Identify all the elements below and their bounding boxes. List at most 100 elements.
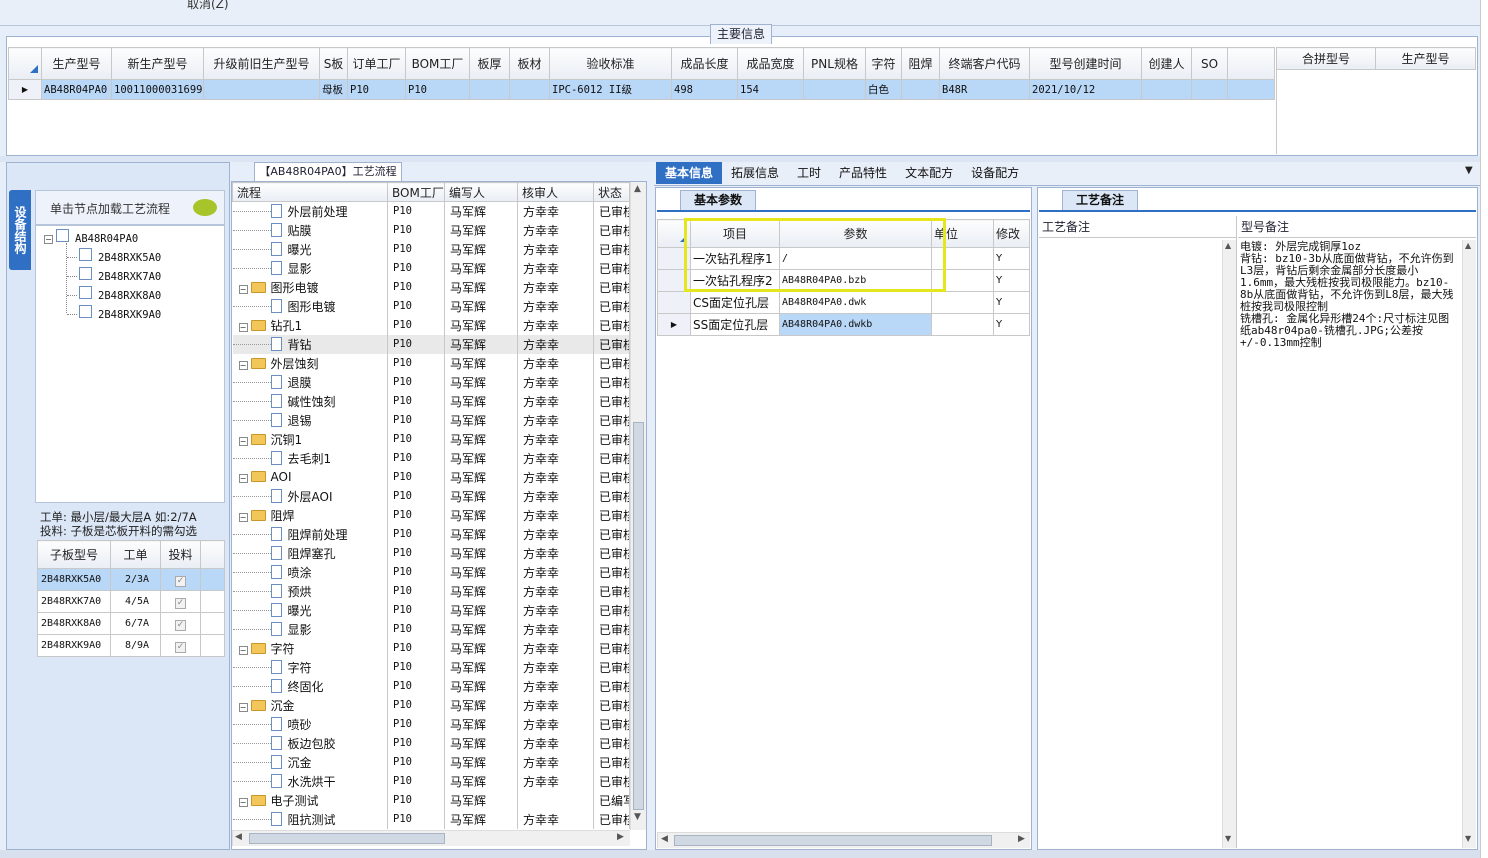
- tab-basic-info[interactable]: 基本信息: [656, 162, 723, 184]
- process-row[interactable]: − 沉铜1 P10马军辉方幸幸已审核: [232, 429, 630, 449]
- main-info-col-header[interactable]: 新生产型号: [111, 47, 204, 80]
- process-row[interactable]: 背钻 P10马军辉方幸幸已审核: [232, 334, 630, 354]
- remark-vscrollbar-right[interactable]: ▲ ▼: [1462, 240, 1476, 848]
- main-info-col-header[interactable]: 订单工厂: [347, 47, 406, 80]
- scroll-left-icon[interactable]: ◀: [235, 832, 242, 842]
- sub-col-header[interactable]: 投料: [160, 540, 201, 569]
- main-info-col-header[interactable]: 成品宽度: [737, 47, 804, 80]
- table-row[interactable]: 2B48RXK7A0 4/5A ✓: [37, 590, 225, 613]
- main-info-cell[interactable]: [803, 79, 866, 100]
- node-checkbox-icon[interactable]: [56, 229, 69, 242]
- process-row[interactable]: 退锡 P10马军辉方幸幸已审核: [232, 410, 630, 430]
- process-row[interactable]: 喷涂 P10马军辉方幸幸已审核: [232, 562, 630, 582]
- main-info-cell[interactable]: [203, 79, 320, 100]
- params-cell[interactable]: Y: [993, 269, 1030, 292]
- main-info-col-header[interactable]: 成品长度: [671, 47, 738, 80]
- collapse-icon[interactable]: −: [238, 360, 248, 370]
- main-info-col-header[interactable]: S板: [319, 47, 348, 80]
- process-row[interactable]: − 字符 P10马军辉方幸幸已审核: [232, 638, 630, 658]
- process-col-header[interactable]: 核审人: [517, 182, 594, 202]
- main-info-col-header[interactable]: 型号创建时间: [1029, 47, 1142, 80]
- params-cell[interactable]: Y: [993, 291, 1030, 314]
- tree-child-node[interactable]: 2B48RXK9A0: [67, 305, 161, 321]
- collapse-icon[interactable]: −: [238, 512, 248, 522]
- hscroll-thumb[interactable]: [674, 835, 992, 846]
- sub-cell[interactable]: 2/3A: [110, 568, 161, 591]
- params-cell[interactable]: AB48R04PA0.dwk: [779, 291, 932, 314]
- main-info-cell[interactable]: [509, 79, 550, 100]
- scroll-left-icon[interactable]: ◀: [661, 834, 668, 844]
- scroll-thumb[interactable]: [633, 422, 644, 810]
- cancel-button[interactable]: 取消(Z): [187, 0, 229, 12]
- process-col-header[interactable]: 状态: [593, 182, 630, 202]
- main-info-cell[interactable]: AB48R04PA0: [41, 79, 112, 100]
- process-row[interactable]: 喷砂 P10马军辉方幸幸已审核: [232, 714, 630, 734]
- scroll-down-icon[interactable]: ▼: [634, 812, 641, 822]
- params-row[interactable]: ▶ SS面定位孔层 AB48R04PA0.dwkb Y: [657, 313, 1030, 336]
- process-row[interactable]: 曝光 P10马军辉方幸幸已审核: [232, 239, 630, 259]
- process-row[interactable]: 碱性蚀刻 P10马军辉方幸幸已审核: [232, 391, 630, 411]
- vertical-tab-equipment[interactable]: 设备结构: [9, 190, 31, 270]
- check-icon[interactable]: ✓: [175, 620, 186, 631]
- process-row[interactable]: 板边包胶 P10马军辉方幸幸已审核: [232, 733, 630, 753]
- feed-checkbox[interactable]: ✓: [160, 634, 201, 657]
- remark-vscrollbar-left[interactable]: ▲ ▼: [1222, 240, 1236, 848]
- tree-child-node[interactable]: 2B48RXK8A0: [67, 286, 161, 302]
- collapse-icon[interactable]: −: [238, 702, 248, 712]
- sub-cell[interactable]: 6/7A: [110, 612, 161, 635]
- main-info-col-header[interactable]: 阻焊: [901, 47, 940, 80]
- process-row[interactable]: 阻焊前处理 P10马军辉方幸幸已审核: [232, 524, 630, 544]
- process-row[interactable]: 外层AOI P10马军辉方幸幸已审核: [232, 486, 630, 506]
- main-info-col-header[interactable]: 板厚: [469, 47, 510, 80]
- collapse-icon[interactable]: −: [238, 797, 248, 807]
- main-info-cell[interactable]: P10: [347, 79, 406, 100]
- sub-cell[interactable]: 2B48RXK7A0: [37, 590, 111, 613]
- process-row[interactable]: 曝光 P10马军辉方幸幸已审核: [232, 600, 630, 620]
- sub-col-header[interactable]: 工单: [110, 540, 161, 569]
- params-cell[interactable]: [931, 313, 994, 336]
- scroll-right-icon[interactable]: ▶: [1018, 834, 1025, 844]
- collapse-icon[interactable]: −: [238, 284, 248, 294]
- params-cell[interactable]: SS面定位孔层: [690, 313, 780, 336]
- process-row[interactable]: − 电子测试 P10马军辉 已编写: [232, 790, 630, 810]
- main-info-col-header[interactable]: 创建人: [1141, 47, 1192, 80]
- node-checkbox-icon[interactable]: [79, 305, 92, 318]
- speech-bubble-icon[interactable]: [193, 199, 217, 216]
- process-row[interactable]: 去毛刺1 P10马军辉方幸幸已审核: [232, 448, 630, 468]
- scroll-right-icon[interactable]: ▶: [617, 832, 624, 842]
- main-info-col-header[interactable]: 验收标准: [549, 47, 672, 80]
- tab-item-3[interactable]: 产品特性: [830, 162, 896, 184]
- main-info-cell[interactable]: B48R: [939, 79, 1030, 100]
- tree-child-node[interactable]: 2B48RXK7A0: [67, 267, 161, 283]
- main-info-col-header[interactable]: 升级前旧生产型号: [203, 47, 320, 80]
- process-row[interactable]: 沉金 P10马军辉方幸幸已审核: [232, 752, 630, 772]
- collapse-icon[interactable]: −: [238, 322, 248, 332]
- main-info-cell[interactable]: 10011000031699: [111, 79, 204, 100]
- tab-item-4[interactable]: 文本配方: [896, 162, 962, 184]
- params-cell[interactable]: [931, 291, 994, 314]
- tab-item-2[interactable]: 工时: [788, 162, 830, 184]
- main-info-cell[interactable]: [1191, 79, 1228, 100]
- main-info-col-header[interactable]: SO: [1191, 47, 1228, 80]
- process-row[interactable]: 退膜 P10马军辉方幸幸已审核: [232, 372, 630, 392]
- params-hscrollbar[interactable]: ◀ ▶: [657, 832, 1030, 848]
- process-row[interactable]: − 阻焊 P10马军辉方幸幸已审核: [232, 505, 630, 525]
- node-checkbox-icon[interactable]: [79, 286, 92, 299]
- feed-checkbox[interactable]: ✓: [160, 568, 201, 591]
- table-row[interactable]: 2B48RXK8A0 6/7A ✓: [37, 612, 225, 635]
- process-hscrollbar[interactable]: ◀ ▶: [232, 830, 630, 846]
- process-row[interactable]: − 外层蚀刻 P10马军辉方幸幸已审核: [232, 353, 630, 373]
- check-icon[interactable]: ✓: [175, 598, 186, 609]
- process-col-header[interactable]: 流程: [232, 182, 388, 202]
- collapse-icon[interactable]: −: [238, 645, 248, 655]
- main-info-col-header[interactable]: BOM工厂: [405, 47, 470, 80]
- main-info-cell[interactable]: [469, 79, 510, 100]
- collapse-icon[interactable]: −: [44, 235, 53, 244]
- main-info-cell[interactable]: 498: [671, 79, 738, 100]
- hscroll-thumb[interactable]: [249, 833, 445, 844]
- params-cell[interactable]: Y: [993, 247, 1030, 270]
- tab-dropdown-icon[interactable]: ▼: [1465, 165, 1473, 176]
- node-checkbox-icon[interactable]: [79, 267, 92, 280]
- params-row[interactable]: CS面定位孔层 AB48R04PA0.dwk Y: [657, 291, 1030, 314]
- process-row[interactable]: 显影 P10马军辉方幸幸已审核: [232, 258, 630, 278]
